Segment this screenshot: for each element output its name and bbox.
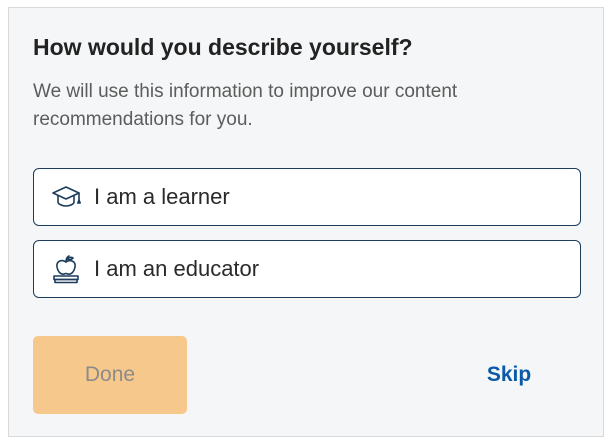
apple-on-books-icon [51, 254, 81, 284]
educator-option-label: I am an educator [94, 256, 260, 281]
learner-option-label: I am a learner [94, 184, 230, 209]
describe-yourself-dialog: How would you describe yourself? We will… [8, 7, 604, 437]
learner-option[interactable]: I am a learner [33, 168, 581, 226]
skip-button[interactable]: Skip [449, 336, 569, 414]
graduation-cap-icon [51, 182, 81, 212]
dialog-title: How would you describe yourself? [33, 34, 413, 60]
educator-option[interactable]: I am an educator [33, 240, 581, 298]
dialog-subtitle: We will use this information to improve … [33, 81, 458, 130]
done-button[interactable]: Done [33, 336, 187, 414]
